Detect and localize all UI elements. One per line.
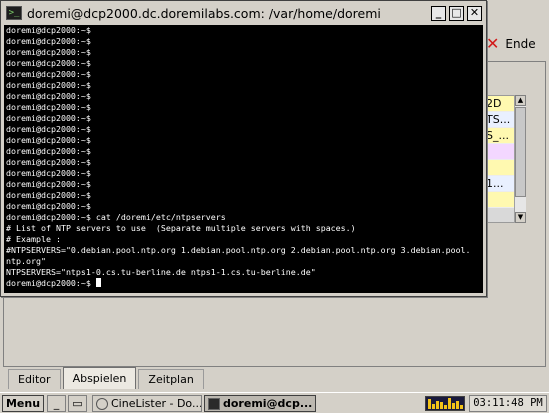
terminal-line-text: #NTPSERVERS="0.debian.pool.ntp.org 1.deb… [6, 245, 471, 255]
terminal-icon: >_ [6, 6, 22, 20]
terminal-line-text: # Example : [6, 234, 61, 244]
terminal-line: doremi@dcp2000:~$ [6, 146, 483, 157]
close-button[interactable]: ✕ [467, 5, 482, 21]
terminal-line: # Example : [6, 234, 483, 245]
list-item[interactable]: TS... [485, 112, 515, 128]
task-label: CineLister - Do... [111, 397, 202, 410]
maximize-button[interactable]: □ [449, 5, 464, 21]
terminal-line-text: doremi@dcp2000:~$ [6, 201, 91, 211]
terminal-line: # List of NTP servers to use (Separate m… [6, 223, 483, 234]
terminal-line-text: doremi@dcp2000:~$ [6, 47, 91, 57]
terminal-icon [208, 397, 220, 410]
terminal-line-text: doremi@dcp2000:~$ [6, 157, 91, 167]
terminal-titlebar[interactable]: >_ doremi@dcp2000.dc.doremilabs.com: /va… [2, 2, 485, 24]
terminal-line: doremi@dcp2000:~$ cat /doremi/etc/ntpser… [6, 212, 483, 223]
playlist-list[interactable]: 2D TS... S_... 1... [484, 95, 516, 223]
tab-abspielen[interactable]: Abspielen [62, 367, 137, 389]
cpu-meter-bar [440, 402, 443, 409]
terminal-line: doremi@dcp2000:~$ [6, 190, 483, 201]
start-menu-button[interactable]: Menu [2, 395, 44, 412]
taskbar: Menu _ ▭ CineLister - Do... doremi@dcp..… [0, 392, 549, 413]
tab-zeitplan[interactable]: Zeitplan [138, 369, 204, 389]
cpu-meter-bar [436, 401, 439, 409]
terminal-line: doremi@dcp2000:~$ [6, 168, 483, 179]
terminal-line-text: doremi@dcp2000:~$ [6, 278, 96, 288]
task-label: doremi@dcp... [223, 397, 313, 410]
terminal-line: doremi@dcp2000:~$ [6, 135, 483, 146]
terminal-line: doremi@dcp2000:~$ [6, 80, 483, 91]
terminal-line: doremi@dcp2000:~$ [6, 179, 483, 190]
terminal-line-text: doremi@dcp2000:~$ [6, 102, 91, 112]
terminal-line-text: doremi@dcp2000:~$ [6, 135, 91, 145]
tab-bar: Editor Abspielen Zeitplan [8, 367, 204, 389]
terminal-line-text: ntp.org" [6, 256, 46, 266]
list-item[interactable] [485, 144, 515, 160]
scroll-thumb[interactable] [515, 107, 526, 197]
terminal-line-text: doremi@dcp2000:~$ [6, 58, 91, 68]
cpu-meter-bar [428, 399, 431, 409]
show-desktop-icon[interactable]: _ [47, 395, 66, 412]
terminal-line-text: doremi@dcp2000:~$ [6, 80, 91, 90]
playlist-scrollbar[interactable]: ▲ ▼ [514, 95, 526, 223]
terminal-output[interactable]: doremi@dcp2000:~$ doremi@dcp2000:~$ doremi… [4, 25, 483, 293]
cpu-meter-bar [456, 401, 459, 409]
terminal-line-text: doremi@dcp2000:~$ [6, 113, 91, 123]
terminal-line-text: doremi@dcp2000:~$ [6, 124, 91, 134]
tab-editor[interactable]: Editor [8, 369, 61, 389]
list-item[interactable] [485, 192, 515, 208]
task-terminal[interactable]: doremi@dcp... [204, 395, 316, 412]
terminal-line: #NTPSERVERS="0.debian.pool.ntp.org 1.deb… [6, 245, 483, 256]
terminal-line: doremi@dcp2000:~$ [6, 47, 483, 58]
list-item[interactable] [485, 208, 515, 222]
clock[interactable]: 03:11:48 PM [469, 395, 547, 412]
terminal-line: doremi@dcp2000:~$ [6, 69, 483, 80]
scroll-up-arrow-icon[interactable]: ▲ [515, 95, 526, 106]
terminal-line: doremi@dcp2000:~$ [6, 25, 483, 36]
list-item[interactable]: 1... [485, 176, 515, 192]
terminal-line-text: doremi@dcp2000:~$ [6, 168, 91, 178]
desktop: ✕ Ende 2D TS... S_... 1... ▲ ▼ Editor Abspie… [0, 0, 549, 413]
cpu-meter-bar [452, 403, 455, 409]
terminal-line-text: doremi@dcp2000:~$ [6, 190, 91, 200]
cpu-meter-bar [432, 404, 435, 409]
terminal-line-text: doremi@dcp2000:~$ [6, 36, 91, 46]
cpu-monitor-icon[interactable] [425, 396, 465, 411]
terminal-line-text: # List of NTP servers to use (Separate m… [6, 223, 356, 233]
terminal-line: doremi@dcp2000:~$ [6, 278, 483, 289]
ende-button[interactable]: ✕ Ende [486, 32, 546, 56]
terminal-line: doremi@dcp2000:~$ [6, 113, 483, 124]
cpu-meter-bar [460, 405, 463, 409]
ende-label: Ende [505, 37, 536, 51]
minimize-button[interactable]: _ [431, 5, 446, 21]
list-item[interactable]: 2D [485, 96, 515, 112]
terminal-line-text: doremi@dcp2000:~$ [6, 179, 91, 189]
terminal-cursor [95, 278, 101, 287]
terminal-launcher-icon[interactable]: ▭ [68, 395, 87, 412]
terminal-line: NTPSERVERS="ntps1-0.cs.tu-berline.de ntp… [6, 267, 483, 278]
terminal-line: doremi@dcp2000:~$ [6, 58, 483, 69]
terminal-line: doremi@dcp2000:~$ [6, 124, 483, 135]
terminal-title: doremi@dcp2000.dc.doremilabs.com: /var/h… [27, 5, 381, 21]
terminal-line: doremi@dcp2000:~$ [6, 157, 483, 168]
terminal-line-text: doremi@dcp2000:~$ cat /doremi/etc/ntpser… [6, 212, 226, 222]
exit-icon: ✕ [486, 34, 500, 53]
task-cinelister[interactable]: CineLister - Do... [92, 395, 202, 412]
list-item[interactable] [485, 160, 515, 176]
terminal-window: >_ doremi@dcp2000.dc.doremilabs.com: /va… [0, 0, 487, 297]
list-item[interactable]: S_... [485, 128, 515, 144]
terminal-line: ntp.org" [6, 256, 483, 267]
terminal-line: doremi@dcp2000:~$ [6, 201, 483, 212]
terminal-line: doremi@dcp2000:~$ [6, 102, 483, 113]
cpu-meter-bar [444, 405, 447, 409]
terminal-line-text: doremi@dcp2000:~$ [6, 25, 91, 35]
terminal-line: doremi@dcp2000:~$ [6, 91, 483, 102]
terminal-line-text: doremi@dcp2000:~$ [6, 91, 91, 101]
terminal-line-text: doremi@dcp2000:~$ [6, 146, 91, 156]
terminal-line-text: doremi@dcp2000:~$ [6, 69, 91, 79]
cinelister-icon [96, 397, 108, 410]
terminal-line-text: NTPSERVERS="ntps1-0.cs.tu-berline.de ntp… [6, 267, 316, 277]
scroll-down-arrow-icon[interactable]: ▼ [515, 212, 526, 223]
terminal-line: doremi@dcp2000:~$ [6, 36, 483, 47]
cpu-meter-bar [448, 398, 451, 409]
